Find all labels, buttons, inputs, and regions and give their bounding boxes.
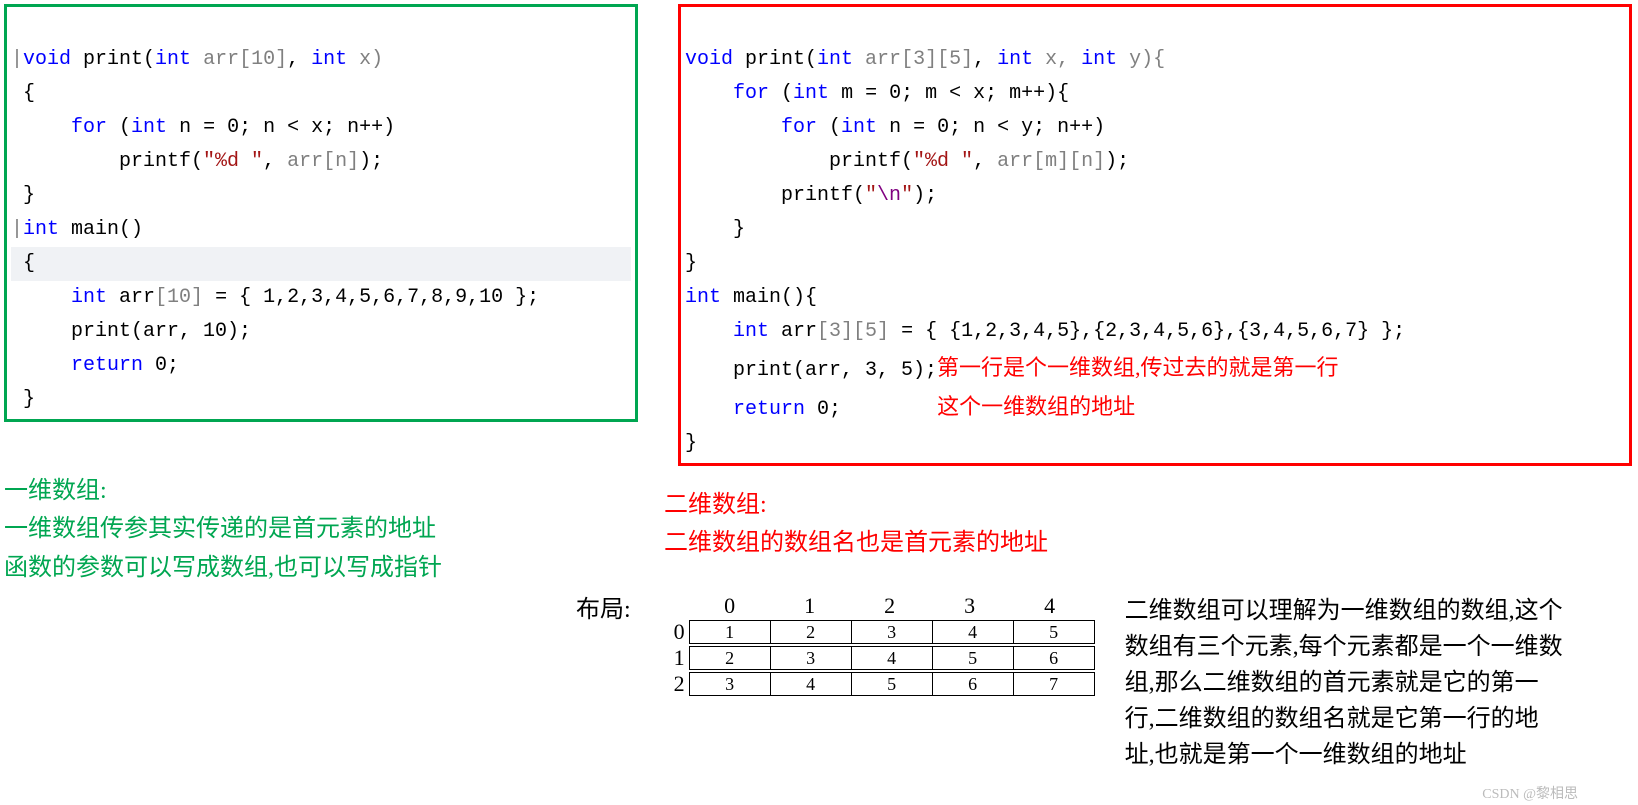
code-box-2d: void print(int arr[3][5], int x, int y){… <box>678 4 1632 466</box>
notes-2d: 二维数组: 二维数组的数组名也是首元素的地址 <box>664 486 1048 563</box>
code-line: |void print(int arr[10], int x) <box>11 48 383 71</box>
code-line: } <box>11 184 35 207</box>
row-header: 0 <box>661 619 689 645</box>
cell: 3 <box>770 647 851 670</box>
col-header: 0 <box>690 593 770 619</box>
code-box-1d: |void print(int arr[10], int x) { for (i… <box>4 4 638 422</box>
cell: 2 <box>689 647 770 670</box>
layout-row: 布局: 0 1 2 3 4 0 1 2 3 4 5 1 2 3 4 5 <box>576 593 1634 773</box>
code-line: |int main() <box>11 218 143 241</box>
code-line: printf("\n"); <box>685 184 937 207</box>
code-line: } <box>685 432 697 455</box>
note-line: 一维数组传参其实传递的是首元素的地址 <box>4 510 624 548</box>
col-headers: 0 1 2 3 4 <box>690 593 1090 619</box>
code-line: } <box>685 252 697 275</box>
note-line: 二维数组的数组名也是首元素的地址 <box>664 524 1048 562</box>
cell: 4 <box>770 673 851 696</box>
col-header: 4 <box>1010 593 1090 619</box>
row-header: 2 <box>661 671 689 697</box>
code-line-highlighted: { <box>11 247 631 281</box>
cell: 2 <box>770 621 851 644</box>
layout-table: 0 1 2 3 4 0 1 2 3 4 5 1 2 3 4 5 6 <box>661 593 1095 697</box>
cell: 5 <box>1013 621 1094 644</box>
cell: 6 <box>932 673 1013 696</box>
watermark: CSDN @黎相思 <box>1482 783 1578 803</box>
code-line: return 0; <box>11 354 179 377</box>
note-line: 函数的参数可以写成数组,也可以写成指针 <box>4 549 624 587</box>
code-line: print(arr, 10); <box>11 320 251 343</box>
inline-annotation: 这个一维数组的地址 <box>937 394 1135 419</box>
note-line: 二维数组: <box>664 486 1048 524</box>
cell: 7 <box>1013 673 1094 696</box>
code-line: print(arr, 3, 5);第一行是个一维数组,传过去的就是第一行 <box>685 359 1339 382</box>
code-line: printf("%d ", arr[m][n]); <box>685 150 1129 173</box>
cell: 1 <box>689 621 770 644</box>
note-line: 一维数组: <box>4 472 624 510</box>
code-line: { <box>11 82 35 105</box>
cell: 5 <box>932 647 1013 670</box>
code-line: int main(){ <box>685 286 817 309</box>
cell: 5 <box>851 673 932 696</box>
top-row: |void print(int arr[10], int x) { for (i… <box>4 4 1634 466</box>
code-line: for (int n = 0; n < y; n++) <box>685 116 1105 139</box>
col-header: 1 <box>770 593 850 619</box>
col-header: 2 <box>850 593 930 619</box>
code-line: printf("%d ", arr[n]); <box>11 150 383 173</box>
code-line: int arr[3][5] = { {1,2,3,4,5},{2,3,4,5,6… <box>685 320 1405 343</box>
code-line: return 0; 这个一维数组的地址 <box>685 398 1135 421</box>
notes-row: 一维数组: 一维数组传参其实传递的是首元素的地址 函数的参数可以写成数组,也可以… <box>4 466 1634 587</box>
cell: 3 <box>689 673 770 696</box>
code-line: int arr[10] = { 1,2,3,4,5,6,7,8,9,10 }; <box>11 286 539 309</box>
explanation-text: 二维数组可以理解为一维数组的数组,这个数组有三个元素,每个元素都是一个一维数组,… <box>1125 593 1565 773</box>
notes-1d: 一维数组: 一维数组传参其实传递的是首元素的地址 函数的参数可以写成数组,也可以… <box>4 472 624 587</box>
cell: 3 <box>851 621 932 644</box>
layout-label: 布局: <box>576 589 631 624</box>
cell: 4 <box>932 621 1013 644</box>
col-header: 3 <box>930 593 1010 619</box>
code-line: } <box>685 218 745 241</box>
code-line: } <box>11 388 35 411</box>
row-header: 1 <box>661 645 689 671</box>
cell: 4 <box>851 647 932 670</box>
code-line: for (int m = 0; m < x; m++){ <box>685 82 1069 105</box>
inline-annotation: 第一行是个一维数组,传过去的就是第一行 <box>937 355 1339 380</box>
cell: 6 <box>1013 647 1094 670</box>
code-line: void print(int arr[3][5], int x, int y){ <box>685 48 1165 71</box>
code-line: for (int n = 0; n < x; n++) <box>11 116 395 139</box>
